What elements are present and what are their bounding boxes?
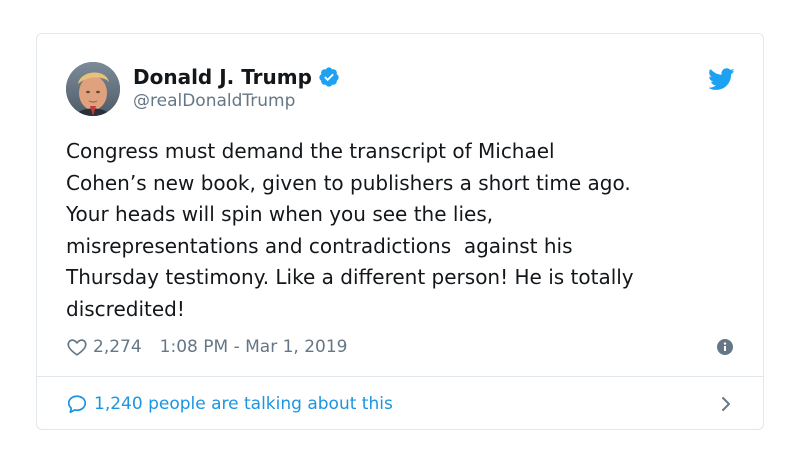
tweet-timestamp[interactable]: 1:08 PM - Mar 1, 2019	[160, 337, 348, 357]
avatar-image	[66, 62, 120, 116]
info-icon[interactable]	[717, 339, 733, 355]
verified-badge-icon	[319, 67, 339, 87]
heart-icon[interactable]	[66, 336, 88, 358]
chevron-right-icon	[722, 397, 730, 411]
like-count[interactable]: 2,274	[93, 337, 142, 357]
conversation-link[interactable]: 1,240 people are talking about this	[66, 390, 733, 418]
author-block: Donald J. Trump @realDonaldTrump	[133, 64, 340, 112]
tweet-header: Donald J. Trump @realDonaldTrump	[66, 62, 735, 118]
twitter-bird-icon[interactable]	[709, 68, 735, 90]
name-row: Donald J. Trump	[133, 64, 340, 90]
conversation-label: 1,240 people are talking about this	[94, 394, 393, 414]
display-name[interactable]: Donald J. Trump	[133, 64, 312, 90]
author-handle[interactable]: @realDonaldTrump	[133, 90, 340, 112]
avatar[interactable]	[66, 62, 120, 116]
tweet-text: Congress must demand the transcript of M…	[66, 139, 634, 321]
tweet-card[interactable]: Donald J. Trump @realDonaldTrump Congres…	[36, 33, 764, 430]
speech-bubble-icon	[67, 395, 87, 414]
divider	[37, 376, 763, 377]
tweet-meta: 2,274 1:08 PM - Mar 1, 2019	[66, 334, 733, 360]
